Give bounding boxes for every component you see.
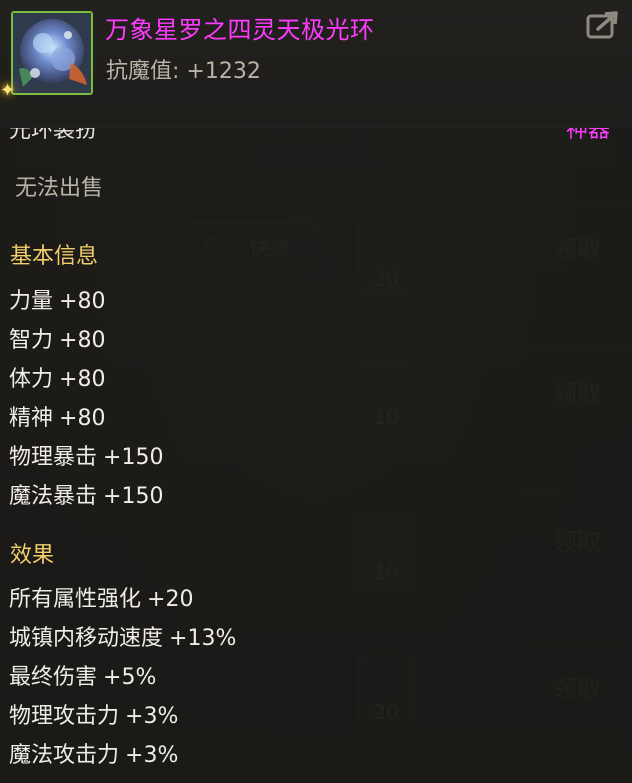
effect-name: 魔法攻击力 [9,743,120,768]
item-rarity: 神器 [566,128,610,150]
stat-row: 物理暴击 +150 [9,439,163,471]
effect-name: 物理攻击力 [9,704,120,729]
stat-name: 魔法暴击 [9,484,98,509]
stat-name: 体力 [9,367,54,392]
stat-value: +80 [59,289,106,314]
stat-name: 智力 [9,328,54,353]
effect-row: 所有属性强化 +20 [9,581,193,613]
stat-row: 精神 +80 [9,400,105,432]
effect-value: +20 [147,587,194,612]
sparkle-icon: ✦ [0,80,16,101]
stat-value: +150 [103,445,164,470]
item-type: 光环装扮 [9,128,97,150]
stat-value: +80 [59,328,106,353]
effect-value: +3% [125,704,179,729]
share-button[interactable] [586,10,620,40]
stat-name: 力量 [9,289,54,314]
effects-title: 效果 [10,543,55,568]
effect-row: 城镇内移动速度 +13% [9,620,236,652]
stat-value: +150 [103,484,164,509]
stat-name: 物理暴击 [9,445,98,470]
item-image [13,13,91,93]
effect-row: 魔法攻击力 +3% [9,737,178,769]
stat-row: 魔法暴击 +150 [9,478,163,510]
anti-magic-number: +1232 [186,59,261,84]
stat-value: +80 [59,406,106,431]
item-name: 万象星罗之四灵天极光环 [105,16,375,44]
effect-value: +3% [125,743,179,768]
effect-value: +5% [103,665,157,690]
effect-value: +13% [169,626,237,651]
share-icon [586,11,618,39]
stat-row: 体力 +80 [9,361,105,393]
item-type-text: 光环装扮 [9,128,98,143]
basic-info-title: 基本信息 [10,244,99,269]
stat-row: 智力 +80 [9,322,105,354]
anti-magic-label: 抗魔值: [106,59,180,84]
anti-magic-value: 抗魔值: +1232 [106,53,261,85]
stat-name: 精神 [9,406,54,431]
effect-row: 最终伤害 +5% [9,659,156,691]
effect-name: 城镇内移动速度 [9,626,164,651]
effect-name: 所有属性强化 [9,587,142,612]
item-rarity-text: 神器 [565,128,610,143]
effect-name: 最终伤害 [9,665,98,690]
stat-row: 力量 +80 [9,283,105,315]
item-icon [11,11,93,95]
sell-status: 无法出售 [15,176,104,201]
stat-value: +80 [59,367,106,392]
effect-row: 物理攻击力 +3% [9,698,178,730]
